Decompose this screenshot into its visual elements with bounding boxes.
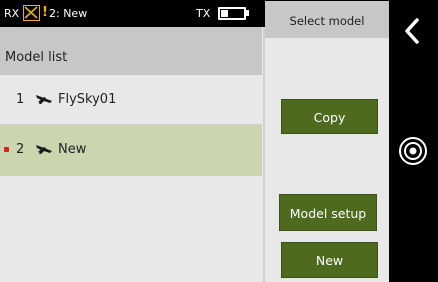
model-list-item-selected[interactable]: 2 New [0, 125, 262, 176]
list-header: Model list [0, 27, 262, 75]
model-name: New [58, 142, 87, 157]
chevron-left-icon [405, 18, 419, 44]
rx-no-signal-icon [23, 5, 40, 21]
rx-label: RX [4, 7, 20, 20]
current-model-status: 2: New [49, 7, 88, 20]
model-setup-button[interactable]: Model setup [279, 194, 377, 231]
active-model-indicator [4, 147, 9, 152]
list-header-label: Model list [5, 50, 68, 65]
status-bar: RX ! 2: New TX [0, 0, 265, 27]
action-button-panel: Copy Model setup New [265, 38, 389, 282]
airplane-icon [35, 93, 53, 109]
battery-level [221, 10, 228, 17]
battery-tip [246, 10, 249, 16]
copy-button[interactable]: Copy [281, 99, 378, 134]
model-name: FlySky01 [58, 92, 117, 107]
battery-icon [218, 7, 246, 20]
tx-label: TX [196, 7, 211, 20]
page-title-bar: Select model [265, 0, 389, 38]
new-model-button-label: New [315, 253, 344, 268]
copy-button-label: Copy [313, 110, 346, 125]
model-number: 2 [16, 142, 25, 157]
model-setup-button-label: Model setup [289, 206, 367, 221]
scroll-wheel-icon [399, 137, 427, 165]
back-button[interactable] [389, 0, 438, 62]
page-title: Select model [289, 14, 365, 28]
airplane-icon [35, 143, 53, 159]
model-number: 1 [16, 92, 25, 107]
model-list-item[interactable]: 1 FlySky01 [0, 75, 262, 125]
new-model-button[interactable]: New [281, 242, 378, 278]
warning-icon: ! [42, 5, 48, 20]
model-list-panel: Model list 1 FlySky01 2 New [0, 27, 265, 282]
scroll-wheel-button[interactable] [389, 128, 438, 174]
